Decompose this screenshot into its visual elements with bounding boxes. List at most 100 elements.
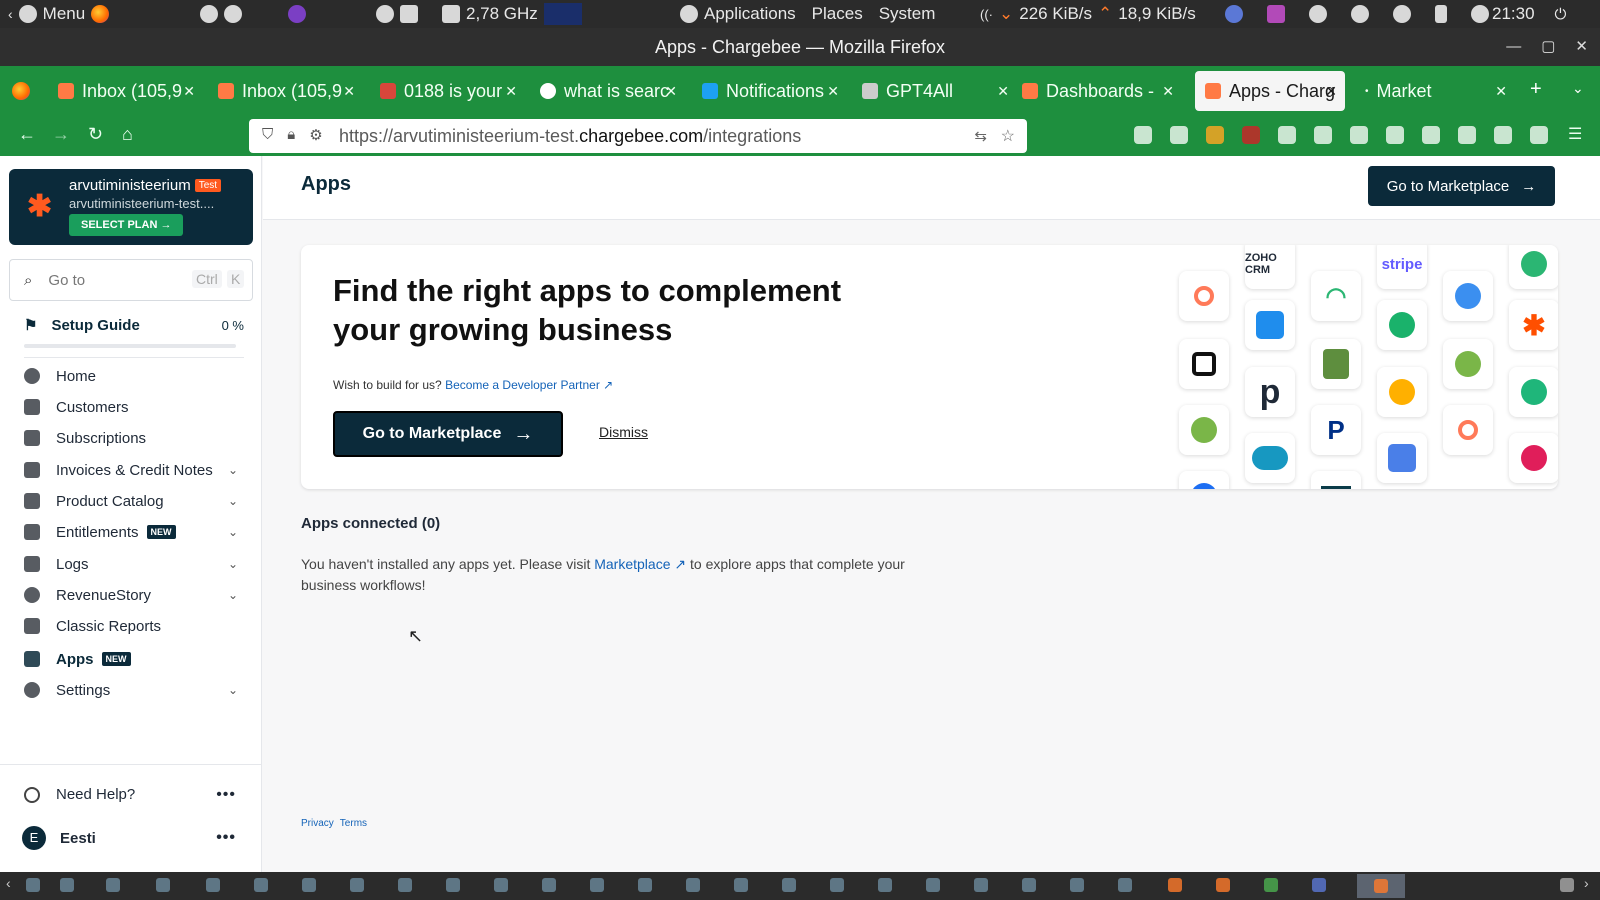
sidebar-item-entitlements[interactable]: Entitlements NEW ⌄ [24,519,244,545]
sidebar-item-logs[interactable]: Logs ⌄ [24,551,244,577]
taskbar-app-icon[interactable] [542,878,556,892]
minimize-icon[interactable]: — [1506,28,1521,66]
sidebar-item-customers[interactable]: Customers [24,394,244,420]
promo-marketplace-button[interactable]: Go to Marketplace → [333,411,563,457]
close-tab-icon[interactable]: ✕ [665,83,677,100]
hamburger-menu-icon[interactable]: ☰ [1568,124,1582,144]
clock[interactable]: 21:30 [1492,4,1535,24]
maximize-icon[interactable]: ▢ [1541,28,1555,66]
sidebar-item-revenuestory[interactable]: RevenueStory ⌄ [24,582,244,608]
home-icon[interactable]: ⌂ [122,124,133,145]
taskbar-app-icon[interactable] [254,878,268,892]
applications-menu[interactable]: Applications [704,4,796,24]
close-tab-icon[interactable]: ✕ [1325,83,1337,100]
terminal-icon[interactable] [400,5,418,23]
permissions-icon[interactable]: ⚙ [309,126,322,144]
goto-search-input[interactable]: ⌕ Go to Ctrl K [9,259,253,301]
extension-icon[interactable] [1458,126,1476,144]
close-tab-icon[interactable]: ✕ [505,83,517,100]
tab-search[interactable]: what is searc ✕ [530,71,685,111]
taskbar-app-icon[interactable] [1022,878,1036,892]
extension-icon[interactable] [1314,126,1332,144]
privacy-link[interactable]: Privacy [301,818,334,829]
firefox-launcher-icon[interactable] [91,5,110,23]
places-menu[interactable]: Places [812,4,863,24]
close-tab-icon[interactable]: ✕ [343,83,355,100]
power-icon[interactable]: ⏻ [1555,6,1567,23]
ublock-icon[interactable] [1242,126,1260,144]
taskbar-firefox-icon[interactable] [1216,878,1230,892]
taskbar-app-icon[interactable] [1070,878,1084,892]
os-menu-button[interactable]: ‹ Menu [8,0,110,28]
tab-apps-chargebee[interactable]: Apps - Charg ✕ [1195,71,1345,111]
tab-code[interactable]: 0188 is your ✕ [370,71,525,111]
select-plan-button[interactable]: SELECT PLAN → [69,214,184,236]
taskbar-app-icon[interactable] [60,878,74,892]
user-profile[interactable]: E Eesti ••• [22,826,244,850]
taskbar-app-icon[interactable] [686,878,700,892]
taskbar-app-icon[interactable] [878,878,892,892]
taskbar-app-icon[interactable] [156,878,170,892]
terms-link[interactable]: Terms [340,818,367,829]
extension-icon[interactable] [1386,126,1404,144]
taskbar-app-icon[interactable] [350,878,364,892]
taskbar-app-icon[interactable] [1118,878,1132,892]
taskbar-app-icon[interactable] [1312,878,1326,892]
header-marketplace-button[interactable]: Go to Marketplace → [1368,166,1555,206]
taskbar-app-icon[interactable] [782,878,796,892]
translate-icon[interactable]: ⇆ [974,127,987,145]
extension-icon[interactable] [1422,126,1440,144]
firefox-view-icon[interactable] [12,82,30,100]
lock-icon[interactable]: 🔒︎ [287,126,295,144]
setup-guide[interactable]: ⚑ Setup Guide 0 % [24,316,244,348]
tray-icon[interactable] [1309,5,1327,23]
qbittorrent-icon[interactable] [1225,5,1243,23]
sidebar-item-settings[interactable]: Settings ⌄ [24,677,244,703]
tab-dashboards[interactable]: Dashboards - ✕ [1012,71,1182,111]
close-tab-icon[interactable]: ✕ [1162,83,1174,100]
taskbar-left-arrow-icon[interactable]: ‹ [6,875,11,891]
taskbar-app-icon[interactable] [638,878,652,892]
taskbar-app-icon[interactable] [830,878,844,892]
taskbar-app-icon[interactable] [494,878,508,892]
close-tab-icon[interactable]: ✕ [997,83,1009,100]
network-tray-icon[interactable] [1351,5,1369,23]
pocket-icon[interactable] [1134,126,1152,144]
taskbar-app-icon[interactable] [926,878,940,892]
battery-icon[interactable] [1435,5,1447,23]
more-options-icon[interactable]: ••• [216,786,236,804]
tray-icon[interactable] [1267,5,1285,23]
taskbar-app-icon[interactable] [734,878,748,892]
taskbar-app-icon[interactable] [446,878,460,892]
account-card[interactable]: ✱ arvutiministeerium Test arvutiministeer… [9,169,253,245]
taskbar-firefox-icon[interactable] [1168,878,1182,892]
volume-icon[interactable] [1471,5,1489,23]
close-icon[interactable]: ✕ [1575,28,1588,66]
opera-icon[interactable] [376,5,394,23]
download-icon[interactable] [1170,126,1188,144]
sidebar-item-classic-reports[interactable]: Classic Reports [24,613,244,639]
close-tab-icon[interactable]: ✕ [183,83,195,100]
notification-icon[interactable] [1393,5,1411,23]
tab-market[interactable]: • Market ✕ [1355,71,1515,111]
url-bar[interactable]: https://arvutiministeerium-test. chargebe… [249,119,1027,153]
marketplace-link[interactable]: Marketplace [594,556,670,572]
need-help-link[interactable]: Need Help? ••• [24,786,244,803]
tab-gpt4all[interactable]: GPT4All ✕ [852,71,1017,111]
bookmark-star-icon[interactable]: ☆ [1001,126,1015,146]
taskbar-app-icon[interactable] [1264,878,1278,892]
new-tab-icon[interactable]: + [1530,78,1542,101]
launcher-icon[interactable] [224,5,242,23]
system-menu[interactable]: System [879,4,936,24]
taskbar-app-icon[interactable] [206,878,220,892]
close-tab-icon[interactable]: ✕ [1495,83,1507,100]
more-options-icon[interactable]: ••• [216,829,236,847]
taskbar-app-icon[interactable] [590,878,604,892]
close-tab-icon[interactable]: ✕ [827,83,839,100]
sidebar-item-product-catalog[interactable]: Product Catalog ⌄ [24,488,244,514]
tab-inbox-2[interactable]: Inbox (105,9 ✕ [208,71,363,111]
shield-icon[interactable]: ⛉ [262,126,273,144]
back-icon[interactable]: ← [18,124,36,145]
taskbar-app-icon[interactable] [302,878,316,892]
developer-partner-link[interactable]: Become a Developer Partner [445,378,600,392]
